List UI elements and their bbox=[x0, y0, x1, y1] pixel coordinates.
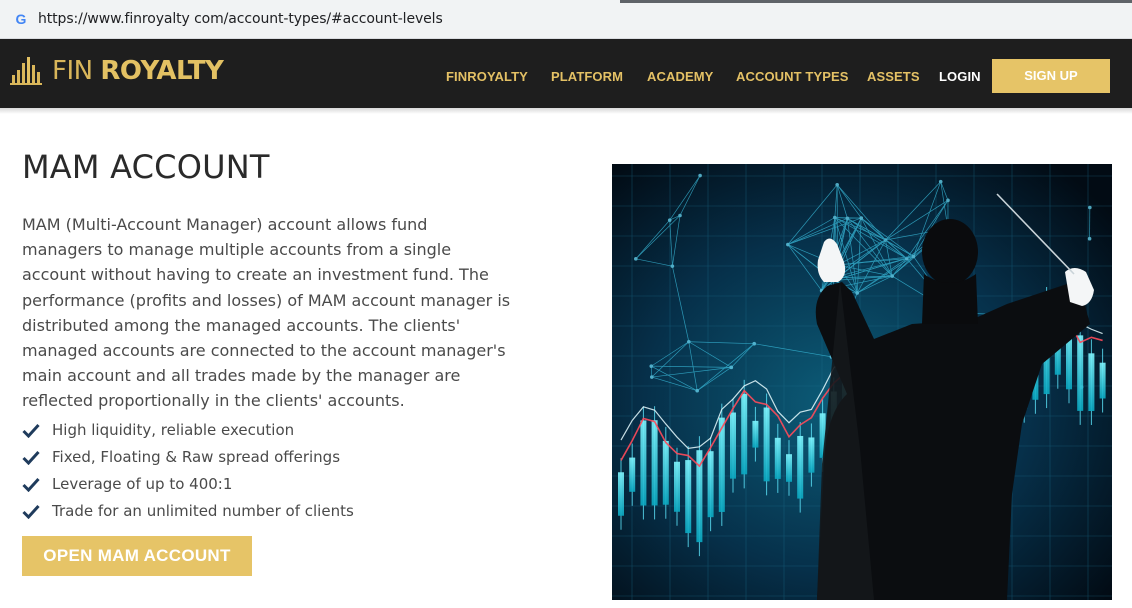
nav-item-assets[interactable]: ASSETS bbox=[867, 69, 920, 84]
checkmark-icon bbox=[22, 477, 40, 492]
feature-text: Trade for an unlimited number of clients bbox=[52, 502, 354, 520]
account-description: MAM (Multi-Account Manager) account allo… bbox=[22, 215, 511, 411]
page-title: MAM ACCOUNT bbox=[22, 148, 270, 186]
nav-item-login[interactable]: LOGIN bbox=[939, 69, 981, 84]
feature-item: Fixed, Floating & Raw spread offerings bbox=[22, 446, 354, 473]
nav-item-finroyalty[interactable]: FINROYALTY bbox=[446, 69, 528, 84]
conductor-chart-illustration bbox=[612, 164, 1112, 600]
url-text[interactable]: https://www.finroyalty com/account-types… bbox=[38, 11, 443, 27]
feature-item: High liquidity, reliable execution bbox=[22, 419, 354, 446]
feature-item: Trade for an unlimited number of clients bbox=[22, 500, 354, 527]
checkmark-icon bbox=[22, 504, 40, 519]
sign-up-button[interactable]: SIGN UP bbox=[992, 59, 1110, 93]
browser-tab-strip bbox=[620, 0, 1132, 3]
browser-address-bar[interactable]: G https://www.finroyalty com/account-typ… bbox=[0, 0, 1132, 39]
hero-image bbox=[612, 164, 1112, 600]
feature-text: Fixed, Floating & Raw spread offerings bbox=[52, 448, 341, 466]
logo-wordmark: FIN ROYALTY bbox=[52, 56, 224, 86]
columns-bars-icon bbox=[10, 57, 42, 85]
open-mam-account-button[interactable]: OPEN MAM ACCOUNT bbox=[22, 536, 252, 576]
feature-text: High liquidity, reliable execution bbox=[52, 421, 295, 439]
checkmark-icon bbox=[22, 423, 40, 438]
feature-text: Leverage of up to 400:1 bbox=[52, 475, 233, 493]
feature-item: Leverage of up to 400:1 bbox=[22, 473, 354, 500]
nav-item-platform[interactable]: PLATFORM bbox=[551, 69, 623, 84]
logo-fin-text: FIN bbox=[52, 56, 93, 86]
site-header: FIN ROYALTY FINROYALTY PLATFORM ACADEMY … bbox=[0, 39, 1132, 108]
logo-royalty-text: ROYALTY bbox=[100, 56, 224, 86]
google-g-icon: G bbox=[15, 11, 27, 27]
feature-list: High liquidity, reliable execution Fixed… bbox=[22, 419, 354, 527]
checkmark-icon bbox=[22, 450, 40, 465]
nav-item-academy[interactable]: ACADEMY bbox=[647, 69, 713, 84]
nav-item-account-types[interactable]: ACCOUNT TYPES bbox=[736, 69, 849, 84]
header-shadow bbox=[0, 108, 1132, 114]
